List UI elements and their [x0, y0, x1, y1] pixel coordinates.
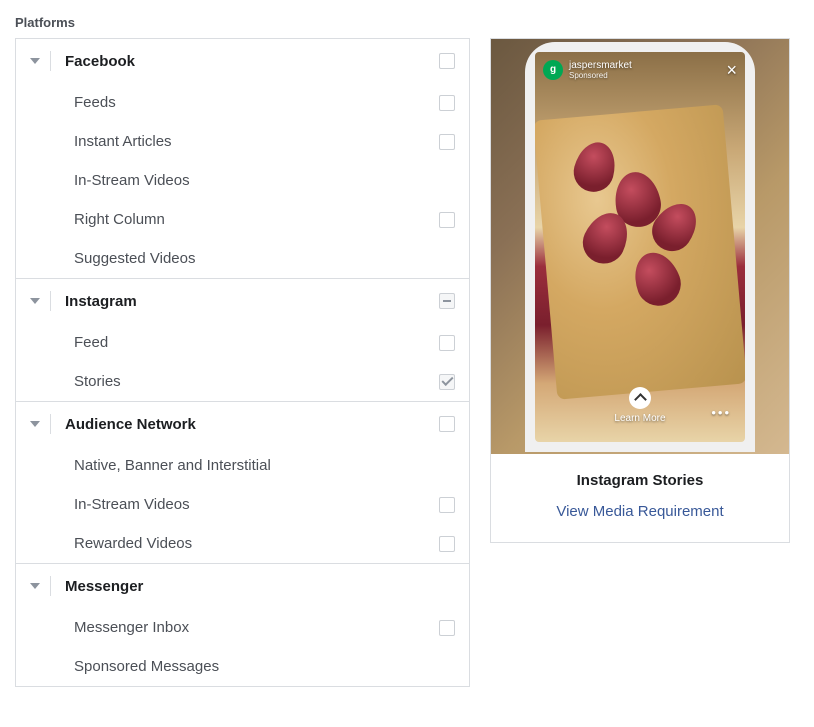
phone-screen: g jaspersmarket Sponsored × Learn More •…: [535, 52, 745, 442]
placement-item[interactable]: Feeds: [16, 83, 469, 122]
divider: [50, 414, 51, 434]
platform-checkbox[interactable]: [439, 416, 455, 432]
placement-label: Suggested Videos: [74, 250, 455, 267]
placement-item[interactable]: Instant Articles: [16, 122, 469, 161]
placement-checkbox[interactable]: [439, 134, 455, 150]
placement-label: Feed: [74, 334, 439, 351]
placement-checkbox[interactable]: [439, 335, 455, 351]
placement-checkbox[interactable]: [439, 374, 455, 390]
placement-label: Messenger Inbox: [74, 619, 439, 636]
brand-name: jaspersmarket: [569, 60, 720, 71]
placement-checkbox[interactable]: [439, 212, 455, 228]
platform-checkbox[interactable]: [439, 293, 455, 309]
platform-header[interactable]: Instagram: [16, 279, 469, 323]
placement-item[interactable]: Feed: [16, 323, 469, 362]
placement-label: Rewarded Videos: [74, 535, 439, 552]
placement-item[interactable]: Right Column: [16, 200, 469, 239]
placement-label: Right Column: [74, 211, 439, 228]
platform-header[interactable]: Audience Network: [16, 402, 469, 446]
platform-checkbox[interactable]: [439, 53, 455, 69]
placement-item[interactable]: In-Stream Videos: [16, 161, 469, 200]
placement-label: Sponsored Messages: [74, 658, 455, 675]
placement-label: Stories: [74, 373, 439, 390]
placement-label: In-Stream Videos: [74, 172, 455, 189]
placement-checkbox[interactable]: [439, 620, 455, 636]
platform-group: Instagram Feed Stories: [16, 279, 469, 402]
placement-label: Instant Articles: [74, 133, 439, 150]
placement-item[interactable]: Native, Banner and Interstitial: [16, 446, 469, 485]
chevron-down-icon[interactable]: [30, 421, 40, 427]
close-icon[interactable]: ×: [726, 61, 737, 79]
preview-title: Instagram Stories: [507, 472, 773, 489]
placement-checkbox[interactable]: [439, 536, 455, 552]
divider: [50, 51, 51, 71]
platform-name: Instagram: [65, 293, 439, 310]
chevron-down-icon[interactable]: [30, 583, 40, 589]
sponsored-label: Sponsored: [569, 71, 720, 80]
placement-label: In-Stream Videos: [74, 496, 439, 513]
brand-avatar-icon: g: [543, 60, 563, 80]
placement-item[interactable]: Rewarded Videos: [16, 524, 469, 563]
swipe-up-icon[interactable]: [629, 387, 651, 409]
story-cta: Learn More: [535, 413, 745, 424]
phone-frame: g jaspersmarket Sponsored × Learn More •…: [525, 42, 755, 452]
platform-name: Messenger: [65, 578, 455, 595]
placement-item[interactable]: Messenger Inbox: [16, 608, 469, 647]
divider: [50, 576, 51, 596]
section-title: Platforms: [15, 15, 799, 30]
placement-checkbox[interactable]: [439, 497, 455, 513]
placement-item[interactable]: Stories: [16, 362, 469, 401]
platform-name: Facebook: [65, 53, 439, 70]
placement-label: Native, Banner and Interstitial: [74, 457, 455, 474]
platform-group: Audience Network Native, Banner and Inter…: [16, 402, 469, 564]
placement-item[interactable]: Suggested Videos: [16, 239, 469, 278]
placement-item[interactable]: Sponsored Messages: [16, 647, 469, 686]
divider: [50, 291, 51, 311]
platform-group: Messenger Messenger Inbox Sponsored Messag…: [16, 564, 469, 686]
chevron-down-icon[interactable]: [30, 298, 40, 304]
platforms-list: Facebook Feeds Instant Articles In-Stream V…: [15, 38, 470, 687]
platform-name: Audience Network: [65, 416, 439, 433]
chevron-down-icon[interactable]: [30, 58, 40, 64]
placement-label: Feeds: [74, 94, 439, 111]
preview-card: g jaspersmarket Sponsored × Learn More •…: [490, 38, 790, 543]
platform-header[interactable]: Messenger: [16, 564, 469, 608]
platform-header[interactable]: Facebook: [16, 39, 469, 83]
phone-preview: g jaspersmarket Sponsored × Learn More •…: [491, 39, 789, 454]
platform-group: Facebook Feeds Instant Articles In-Stream V…: [16, 39, 469, 279]
placement-checkbox[interactable]: [439, 95, 455, 111]
view-media-requirement-link[interactable]: View Media Requirement: [556, 503, 723, 520]
placement-item[interactable]: In-Stream Videos: [16, 485, 469, 524]
